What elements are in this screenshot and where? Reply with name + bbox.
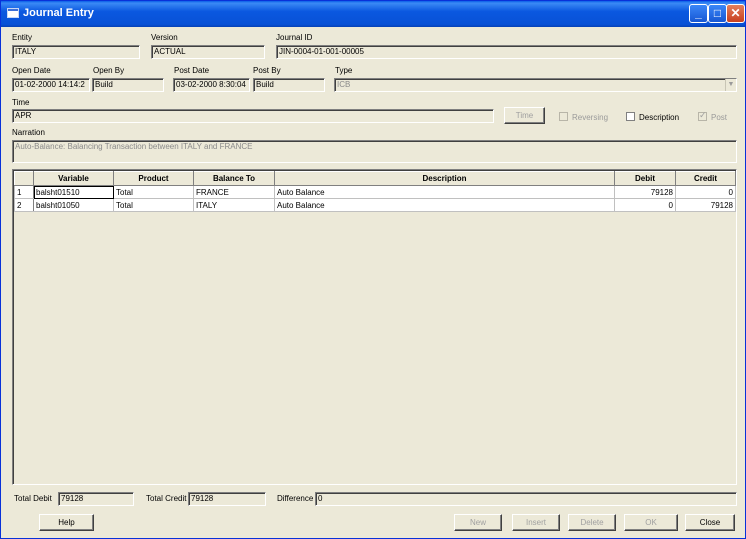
description-checkbox-label: Description xyxy=(639,113,680,122)
open-by-label: Open By xyxy=(93,66,125,75)
reversing-checkbox[interactable]: Reversing xyxy=(559,112,608,122)
time-field[interactable]: APR xyxy=(12,109,494,123)
total-credit-field[interactable]: 79128 xyxy=(188,492,266,506)
delete-button[interactable]: Delete xyxy=(568,514,616,531)
product-cell[interactable]: Total xyxy=(113,198,194,212)
minimize-button[interactable]: _ xyxy=(689,4,708,23)
variable-cell[interactable]: balsht01050 xyxy=(33,198,114,212)
journal-lines-grid[interactable]: Variable Product Balance To Description … xyxy=(12,169,737,485)
row-number[interactable]: 1 xyxy=(14,185,34,199)
debit-cell[interactable]: 0 xyxy=(614,198,676,212)
table-row[interactable]: 1 balsht01510 Total FRANCE Auto Balance … xyxy=(14,185,736,199)
column-header-product[interactable]: Product xyxy=(113,171,194,186)
open-date-label: Open Date xyxy=(12,66,51,75)
column-header-variable[interactable]: Variable xyxy=(33,171,114,186)
checkmark-icon[interactable] xyxy=(698,110,707,121)
debit-cell[interactable]: 79128 xyxy=(614,185,676,199)
journal-id-label: Journal ID xyxy=(276,33,313,42)
row-number[interactable]: 2 xyxy=(14,198,34,212)
column-header-description[interactable]: Description xyxy=(274,171,615,186)
description-cell[interactable]: Auto Balance xyxy=(274,198,615,212)
total-debit-label: Total Debit xyxy=(14,494,52,503)
insert-button[interactable]: Insert xyxy=(512,514,560,531)
journal-id-field[interactable]: JIN-0004-01-001-00005 xyxy=(276,45,737,59)
narration-label: Narration xyxy=(12,128,45,137)
close-icon: ✕ xyxy=(730,6,741,20)
total-debit-field[interactable]: 79128 xyxy=(58,492,134,506)
reversing-label: Reversing xyxy=(572,113,609,122)
balance-to-cell[interactable]: FRANCE xyxy=(193,185,275,199)
minimize-icon: _ xyxy=(695,6,702,20)
post-by-field[interactable]: Build xyxy=(253,78,325,92)
maximize-icon: □ xyxy=(713,6,722,20)
column-header-balance-to[interactable]: Balance To xyxy=(193,171,275,186)
close-window-button[interactable]: ✕ xyxy=(726,4,745,23)
column-header-credit[interactable]: Credit xyxy=(675,171,736,186)
post-checkbox-label: Post xyxy=(711,113,728,122)
version-field[interactable]: ACTUAL xyxy=(151,45,265,59)
column-header-debit[interactable]: Debit xyxy=(614,171,676,186)
version-label: Version xyxy=(151,33,178,42)
open-date-field[interactable]: 01-02-2000 14:14:2 xyxy=(12,78,90,92)
time-label: Time xyxy=(12,98,30,107)
time-button[interactable]: Time xyxy=(504,107,545,124)
checkbox-box[interactable] xyxy=(626,112,635,121)
app-window-icon xyxy=(7,8,19,18)
maximize-button[interactable]: □ xyxy=(708,4,727,23)
post-date-field[interactable]: 03-02-2000 8:30:04 xyxy=(173,78,250,92)
difference-label: Difference xyxy=(277,494,314,503)
product-cell[interactable]: Total xyxy=(113,185,194,199)
type-combo[interactable]: ICB ▼ xyxy=(334,78,737,92)
help-button[interactable]: Help xyxy=(39,514,94,531)
post-by-label: Post By xyxy=(253,66,281,75)
balance-to-cell[interactable]: ITALY xyxy=(193,198,275,212)
entity-field[interactable]: ITALY xyxy=(12,45,140,59)
post-checkbox[interactable]: Post xyxy=(698,110,728,122)
variable-cell[interactable]: balsht01510 xyxy=(33,185,114,199)
table-row[interactable]: 2 balsht01050 Total ITALY Auto Balance 0… xyxy=(14,198,736,212)
window-title: Journal Entry xyxy=(23,7,94,19)
ok-button[interactable]: OK xyxy=(624,514,678,531)
open-by-field[interactable]: Build xyxy=(92,78,164,92)
credit-cell[interactable]: 79128 xyxy=(675,198,736,212)
title-bar[interactable]: Journal Entry _ □ ✕ xyxy=(1,1,745,27)
credit-cell[interactable]: 0 xyxy=(675,185,736,199)
type-label: Type xyxy=(335,66,353,75)
description-checkbox[interactable]: Description xyxy=(626,112,679,122)
entity-label: Entity xyxy=(12,33,33,42)
close-button[interactable]: Close xyxy=(685,514,735,531)
journal-lines-table: Variable Product Balance To Description … xyxy=(14,171,736,212)
post-date-label: Post Date xyxy=(174,66,210,75)
narration-field[interactable]: Auto-Balance: Balancing Transaction betw… xyxy=(12,140,737,163)
checkbox-box[interactable] xyxy=(559,112,568,121)
journal-entry-window: Journal Entry _ □ ✕ Entity ITALY Version… xyxy=(0,0,746,539)
difference-field[interactable]: 0 xyxy=(315,492,737,506)
new-button[interactable]: New xyxy=(454,514,502,531)
row-header-corner xyxy=(14,171,34,186)
total-credit-label: Total Credit xyxy=(146,494,187,503)
description-cell[interactable]: Auto Balance xyxy=(274,185,615,199)
type-value: ICB xyxy=(337,80,351,89)
chevron-down-icon[interactable]: ▼ xyxy=(725,79,736,91)
